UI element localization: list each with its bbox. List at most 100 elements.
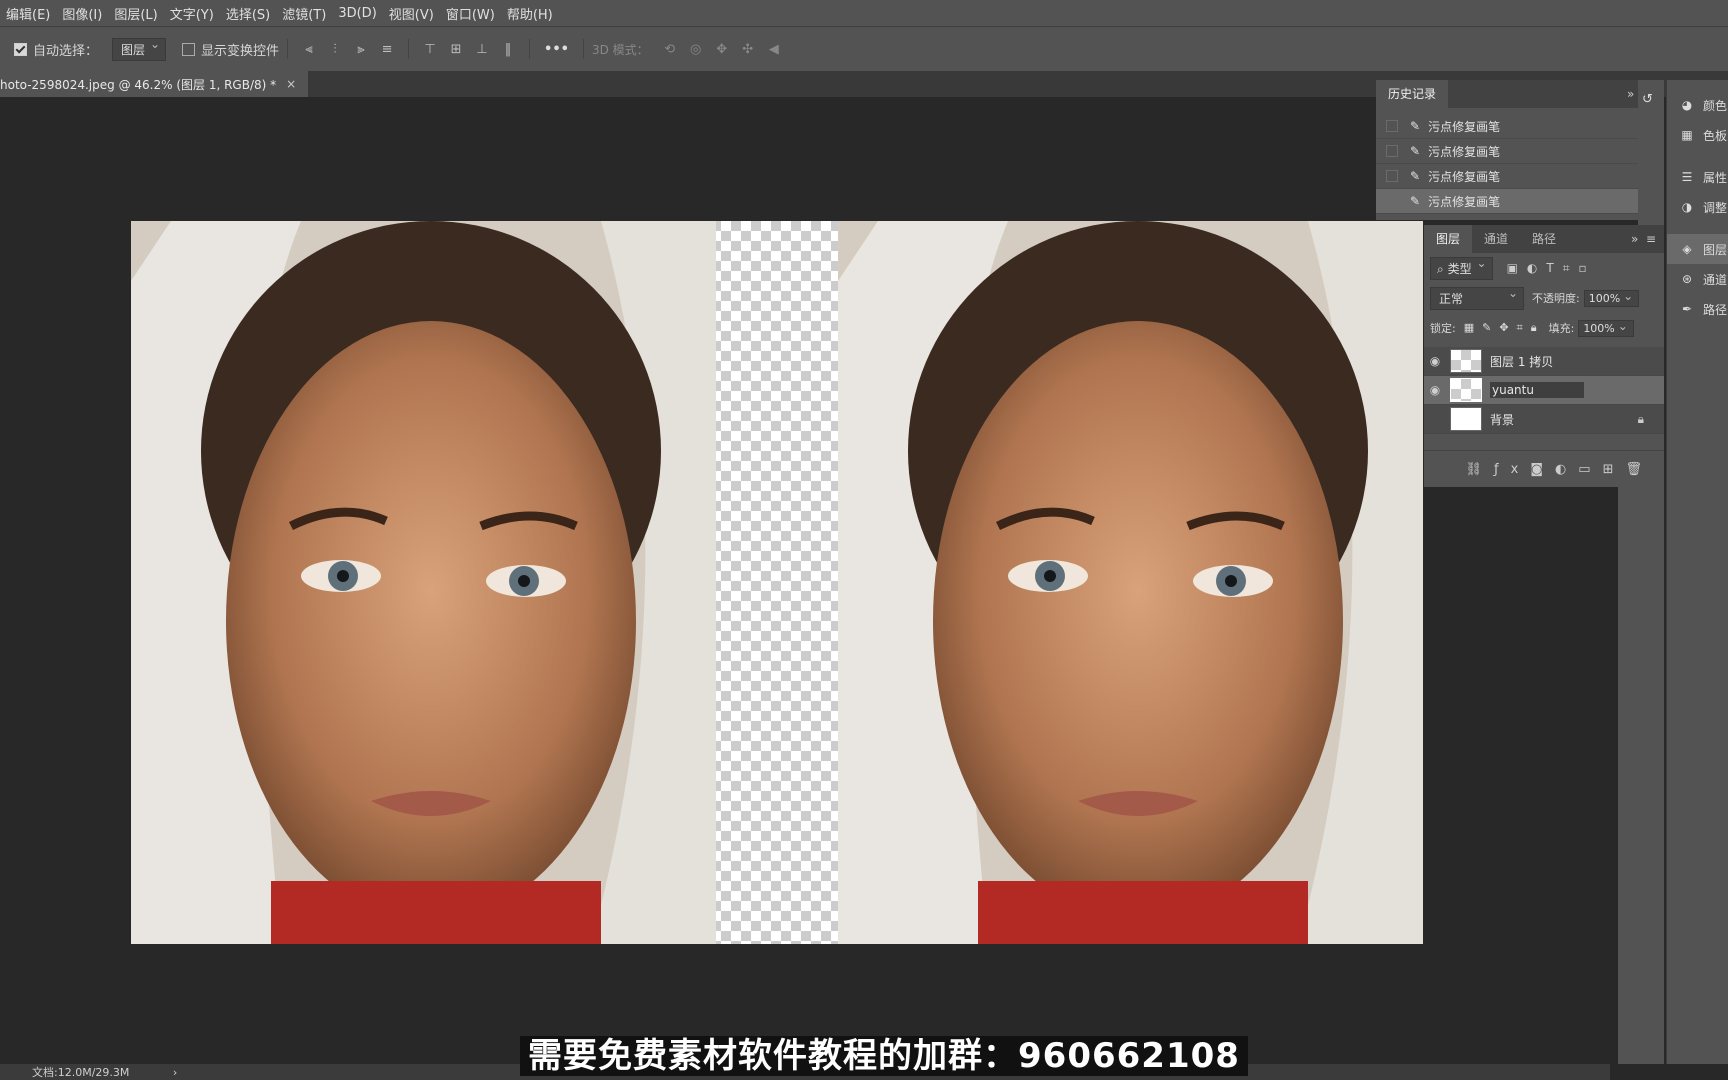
link-icon[interactable]: ⛓ bbox=[1466, 462, 1495, 477]
document-canvas[interactable] bbox=[131, 221, 1423, 944]
dock-channels[interactable]: ⊛ 通道 bbox=[1667, 264, 1728, 294]
history-item[interactable]: ✎ 污点修复画笔 bbox=[1376, 114, 1660, 139]
history-item-active[interactable]: ✎ 污点修复画笔 bbox=[1376, 189, 1660, 214]
dock-swatches[interactable]: ▦ 色板 bbox=[1667, 120, 1728, 150]
eye-icon[interactable]: ◉ bbox=[1424, 354, 1446, 368]
show-transform-checkbox[interactable] bbox=[182, 42, 196, 56]
more-options-button[interactable]: ••• bbox=[544, 42, 569, 57]
3d-pan-icon[interactable]: ✥ bbox=[715, 42, 729, 57]
left-portrait bbox=[131, 221, 716, 944]
close-icon[interactable]: × bbox=[286, 77, 296, 91]
panel-dock: ◕ 颜色 ▦ 色板 ☰ 属性 ◑ 调整 ◈ 图层 ⊛ 通道 ✒ 路径 bbox=[1666, 80, 1728, 1064]
new-layer-icon[interactable]: ⊞ bbox=[1603, 462, 1626, 477]
status-arrow[interactable]: › bbox=[173, 1066, 177, 1079]
menu-layer[interactable]: 图层(L) bbox=[108, 4, 163, 23]
adjustment-icon[interactable]: ◐ bbox=[1555, 462, 1578, 477]
auto-select-label: 自动选择： bbox=[33, 43, 99, 59]
mask-icon[interactable]: ◙ bbox=[1530, 462, 1555, 477]
panel-filler bbox=[1618, 487, 1664, 1064]
dock-paths[interactable]: ✒ 路径 bbox=[1667, 294, 1728, 324]
divider bbox=[529, 39, 531, 59]
menu-type[interactable]: 文字(Y) bbox=[164, 4, 220, 23]
3d-slide-icon[interactable]: ✣ bbox=[741, 42, 755, 57]
channels-icon: ⊛ bbox=[1681, 272, 1693, 286]
video-subtitle: 需要免费素材软件教程的加群：960662108 bbox=[520, 1036, 1248, 1076]
dock-layers[interactable]: ◈ 图层 bbox=[1667, 234, 1728, 264]
tab-history[interactable]: 历史记录 bbox=[1376, 80, 1449, 108]
lock-icons[interactable]: ▦✎✥⌗🔒︎ bbox=[1464, 321, 1545, 335]
fill-field[interactable]: 100% bbox=[1578, 319, 1634, 337]
divider bbox=[408, 39, 410, 59]
trash-icon[interactable]: 🗑︎ bbox=[1625, 462, 1654, 477]
menu-select[interactable]: 选择(S) bbox=[220, 4, 276, 23]
divider bbox=[287, 39, 289, 59]
align-right-icon[interactable]: ⫸ bbox=[354, 42, 368, 57]
tab-paths[interactable]: 路径 bbox=[1520, 225, 1568, 253]
search-icon: ⌕ bbox=[1437, 261, 1444, 276]
menu-image[interactable]: 图像(I) bbox=[56, 4, 108, 23]
layer-thumbnail bbox=[1450, 378, 1482, 402]
3d-orbit-icon[interactable]: ⟲ bbox=[663, 42, 677, 57]
layer-row-selected[interactable]: ◉ yuantu bbox=[1424, 376, 1664, 405]
fill-label: 填充: bbox=[1548, 322, 1575, 335]
document-tab[interactable]: hoto-2598024.jpeg @ 46.2% (图层 1, RGB/8) … bbox=[0, 71, 309, 97]
3d-mode-label: 3D 模式： bbox=[591, 42, 649, 57]
filter-kind-icons[interactable]: ▣◐T⌗▫ bbox=[1507, 261, 1596, 276]
grid-icon: ▦ bbox=[1681, 128, 1693, 142]
menu-view[interactable]: 视图(V) bbox=[383, 4, 440, 23]
layer-row[interactable]: ◉ 图层 1 拷贝 bbox=[1424, 347, 1664, 376]
history-brush-icon[interactable]: ↺ bbox=[1642, 92, 1660, 107]
menu-bar: 编辑(E) 图像(I) 图层(L) 文字(Y) 选择(S) 滤镜(T) 3D(D… bbox=[0, 0, 1728, 26]
dock-properties[interactable]: ☰ 属性 bbox=[1667, 162, 1728, 192]
3d-scale-icon[interactable]: ◀ bbox=[767, 42, 781, 57]
menu-edit[interactable]: 编辑(E) bbox=[0, 4, 56, 23]
folder-icon[interactable]: ▭ bbox=[1578, 462, 1602, 477]
align-center-h-icon[interactable]: ⫶ bbox=[328, 42, 342, 57]
portrait-image bbox=[131, 221, 1423, 944]
layer-filter-dropdown[interactable]: ⌕ 类型 bbox=[1430, 256, 1493, 280]
align-bottom-icon[interactable]: ⊥ bbox=[475, 42, 489, 57]
layers-footer: ⛓ ƒx ◙ ◐ ▭ ⊞ 🗑︎ bbox=[1424, 450, 1664, 487]
align-middle-v-icon[interactable]: ⊞ bbox=[449, 42, 463, 57]
layer-name-input[interactable]: yuantu bbox=[1490, 382, 1584, 398]
adjust-icon: ◑ bbox=[1681, 200, 1693, 214]
transparent-area bbox=[716, 221, 844, 944]
pen-path-icon: ✒ bbox=[1681, 302, 1693, 316]
auto-select-checkbox[interactable] bbox=[14, 42, 27, 56]
layer-thumbnail bbox=[1450, 349, 1482, 373]
auto-select-dropdown[interactable]: 图层 bbox=[112, 37, 167, 61]
dock-color[interactable]: ◕ 颜色 bbox=[1667, 90, 1728, 120]
align-top-icon[interactable]: ⊤ bbox=[423, 42, 437, 57]
spot-healing-icon: ✎ bbox=[1410, 119, 1421, 133]
lock-icon: 🔒︎ bbox=[1637, 411, 1644, 426]
options-bar: 自动选择： 图层 显示变换控件 ⫷ ⫶ ⫸ ≡ ⊤ ⊞ ⊥ ‖ ••• 3D 模… bbox=[0, 26, 1728, 71]
history-item[interactable]: ✎ 污点修复画笔 bbox=[1376, 139, 1660, 164]
document-title: hoto-2598024.jpeg @ 46.2% (图层 1, RGB/8) … bbox=[0, 77, 277, 92]
layer-thumbnail bbox=[1450, 407, 1482, 431]
dock-adjustments[interactable]: ◑ 调整 bbox=[1667, 192, 1728, 222]
spot-healing-icon: ✎ bbox=[1410, 169, 1421, 183]
properties-icon: ☰ bbox=[1681, 170, 1693, 184]
opacity-label: 不透明度: bbox=[1532, 292, 1580, 305]
layer-row[interactable]: 背景 🔒︎ bbox=[1424, 405, 1664, 434]
eye-icon[interactable]: ◉ bbox=[1424, 383, 1446, 397]
distribute-v-icon[interactable]: ‖ bbox=[501, 42, 515, 57]
align-left-icon[interactable]: ⫷ bbox=[302, 42, 316, 57]
menu-window[interactable]: 窗口(W) bbox=[440, 4, 501, 23]
menu-3d[interactable]: 3D(D) bbox=[332, 6, 382, 21]
menu-filter[interactable]: 滤镜(T) bbox=[276, 4, 332, 23]
palette-icon: ◕ bbox=[1681, 98, 1693, 112]
history-item[interactable]: ✎ 污点修复画笔 bbox=[1376, 164, 1660, 189]
tab-layers[interactable]: 图层 bbox=[1424, 225, 1473, 253]
distribute-icon[interactable]: ≡ bbox=[380, 42, 394, 57]
panel-menu-icon[interactable]: » ≡ bbox=[1631, 232, 1656, 246]
layers-icon: ◈ bbox=[1682, 242, 1692, 256]
opacity-field[interactable]: 100% bbox=[1583, 289, 1640, 307]
doc-size: 文档:12.0M/29.3M bbox=[32, 1066, 130, 1079]
3d-roll-icon[interactable]: ◎ bbox=[689, 42, 703, 57]
fx-icon[interactable]: ƒx bbox=[1494, 462, 1530, 477]
spot-healing-icon: ✎ bbox=[1410, 194, 1421, 208]
tab-channels[interactable]: 通道 bbox=[1472, 225, 1520, 253]
blend-mode-dropdown[interactable]: 正常 bbox=[1430, 286, 1525, 310]
menu-help[interactable]: 帮助(H) bbox=[501, 4, 559, 23]
